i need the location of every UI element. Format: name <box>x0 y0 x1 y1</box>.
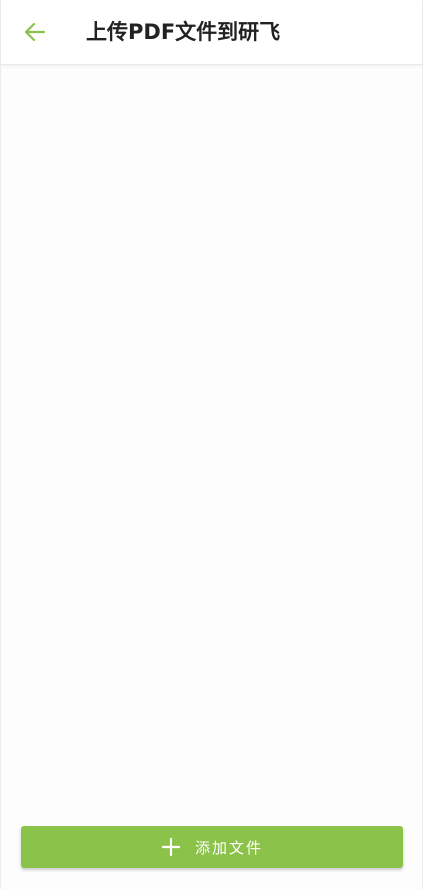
plus-icon <box>161 837 181 857</box>
top-app-bar: 上传PDF文件到研飞 <box>1 0 422 65</box>
arrow-left-icon <box>24 22 46 42</box>
app-screen: 上传PDF文件到研飞 添加文件 <box>0 0 423 889</box>
add-file-button[interactable]: 添加文件 <box>21 826 403 868</box>
add-file-label: 添加文件 <box>194 838 263 857</box>
page-title: 上传PDF文件到研飞 <box>86 20 281 44</box>
file-list-area <box>1 65 422 810</box>
back-button[interactable] <box>15 12 55 52</box>
